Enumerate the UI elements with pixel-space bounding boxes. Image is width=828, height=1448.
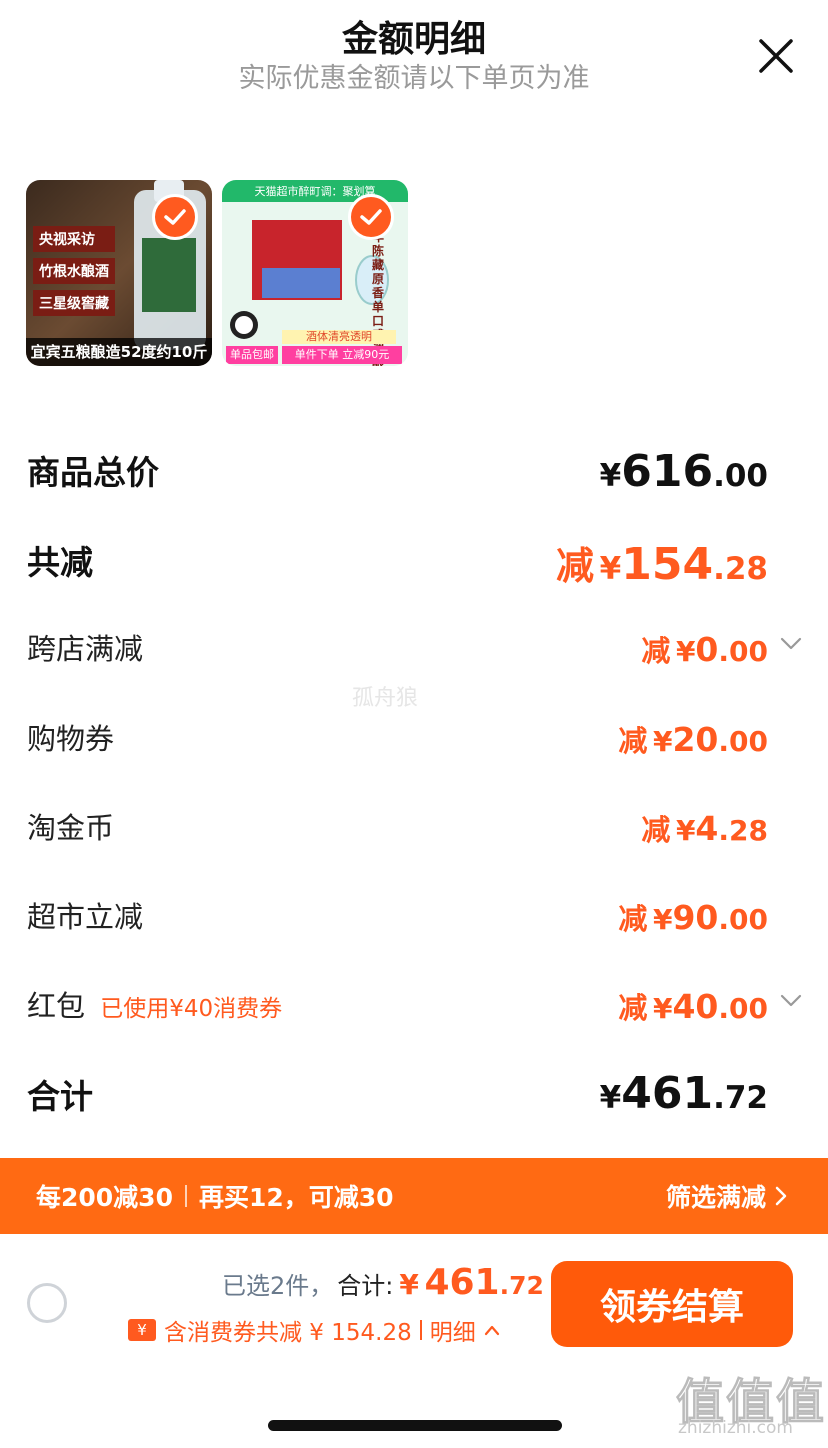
home-indicator[interactable] xyxy=(268,1420,562,1431)
discount-label-coins: 淘金币 xyxy=(27,811,115,845)
discount-amount-cross-store: 减 ¥0.00 xyxy=(641,630,768,669)
detail-link[interactable]: 明细 xyxy=(430,1313,476,1347)
product-strip-1: 酒体清亮透明 xyxy=(282,330,396,344)
claim-and-checkout-button[interactable]: 领券结算 xyxy=(551,1261,793,1347)
close-icon xyxy=(759,39,793,73)
coupon-ticket-icon: ¥ xyxy=(128,1319,156,1341)
promo-rule: 每200减30 xyxy=(36,1183,173,1212)
total-reduce-amount: 减 ¥154.28 xyxy=(556,539,768,590)
checkmark-icon xyxy=(164,209,186,225)
product-thumbnail-1[interactable]: 央视采访 竹根水酿酒 三星级窖藏 宜宾五粮酿造52度约10斤 xyxy=(26,180,212,366)
grand-total-amount: ¥461.72 xyxy=(599,1068,768,1119)
checkout-summary: 已选2件， 合计: ¥ 461.72 xyxy=(222,1262,544,1303)
product-strip-2: 单件下单 立减90元 xyxy=(282,346,402,364)
checkout-total-amount: ¥ 461.72 xyxy=(399,1262,544,1303)
chevron-down-icon xyxy=(780,994,802,1007)
filter-full-reduction-link[interactable]: 筛选满减 xyxy=(666,1158,788,1234)
select-all-radio[interactable] xyxy=(27,1283,67,1323)
checkout-coupon-line[interactable]: ¥ 含消费券共减 ¥ 154.28 明细 xyxy=(128,1313,500,1347)
total-price-amount: ¥616.00 xyxy=(599,446,768,497)
site-watermark-url: zhizhizhi.com xyxy=(678,1418,793,1438)
grand-total-label: 合计 xyxy=(27,1077,93,1116)
watermark-text: 孤舟狼 xyxy=(352,686,419,711)
total-reduce-label: 共减 xyxy=(27,543,93,582)
total-price-label: 商品总价 xyxy=(27,453,159,492)
chevron-down-icon xyxy=(780,637,802,650)
product-corner-tag: 单品包邮 xyxy=(226,346,278,364)
promo-divider xyxy=(184,1185,187,1207)
checkmark-icon xyxy=(360,209,382,225)
discount-amount-supermarket: 减 ¥90.00 xyxy=(618,898,768,937)
expand-red-packet[interactable] xyxy=(780,993,802,1012)
selected-check[interactable] xyxy=(348,194,394,240)
product-badge: 央视采访 xyxy=(33,226,115,252)
discount-label-shopping-voucher: 购物券 xyxy=(27,722,115,756)
product-badge: 三星级窖藏 xyxy=(33,290,115,316)
coupon-reduce-text: 含消费券共减 ¥ 154.28 xyxy=(164,1320,412,1346)
discount-label-red-packet: 红包 已使用¥40消费券 xyxy=(27,989,283,1023)
close-button[interactable] xyxy=(756,36,796,76)
discount-amount-coins: 减 ¥4.28 xyxy=(641,809,768,848)
discount-amount-red-packet: 减 ¥40.00 xyxy=(618,987,768,1026)
discount-label-supermarket: 超市立减 xyxy=(27,900,144,934)
chevron-right-icon xyxy=(775,1186,787,1206)
product-thumbnail-2[interactable]: 天猫超市醉町调：聚划算 十年陈藏原香 单口感调酿 酒体清亮透明 单件下单 立减9… xyxy=(222,180,408,366)
promo-hint: 再买12，可减30 xyxy=(198,1183,394,1212)
detail-divider xyxy=(419,1320,422,1340)
selected-count: 已选2件， xyxy=(222,1272,334,1300)
page-title: 金额明细 xyxy=(341,19,486,60)
selected-check[interactable] xyxy=(152,194,198,240)
checkout-total-label: 合计: xyxy=(337,1272,394,1300)
page-subtitle: 实际优惠金额请以下单页为准 xyxy=(238,63,590,94)
product-caption: 宜宾五粮酿造52度约10斤 xyxy=(26,338,212,366)
promo-banner[interactable]: 每200减30 再买12，可减30 筛选满减 xyxy=(0,1158,828,1234)
discount-label-cross-store: 跨店满减 xyxy=(27,632,144,666)
red-packet-note: 已使用¥40消费券 xyxy=(100,996,283,1022)
discount-amount-shopping-voucher: 减 ¥20.00 xyxy=(618,720,768,759)
product-badge: 竹根水酿酒 xyxy=(33,258,115,284)
expand-cross-store[interactable] xyxy=(780,636,802,655)
chevron-up-icon xyxy=(484,1325,499,1336)
